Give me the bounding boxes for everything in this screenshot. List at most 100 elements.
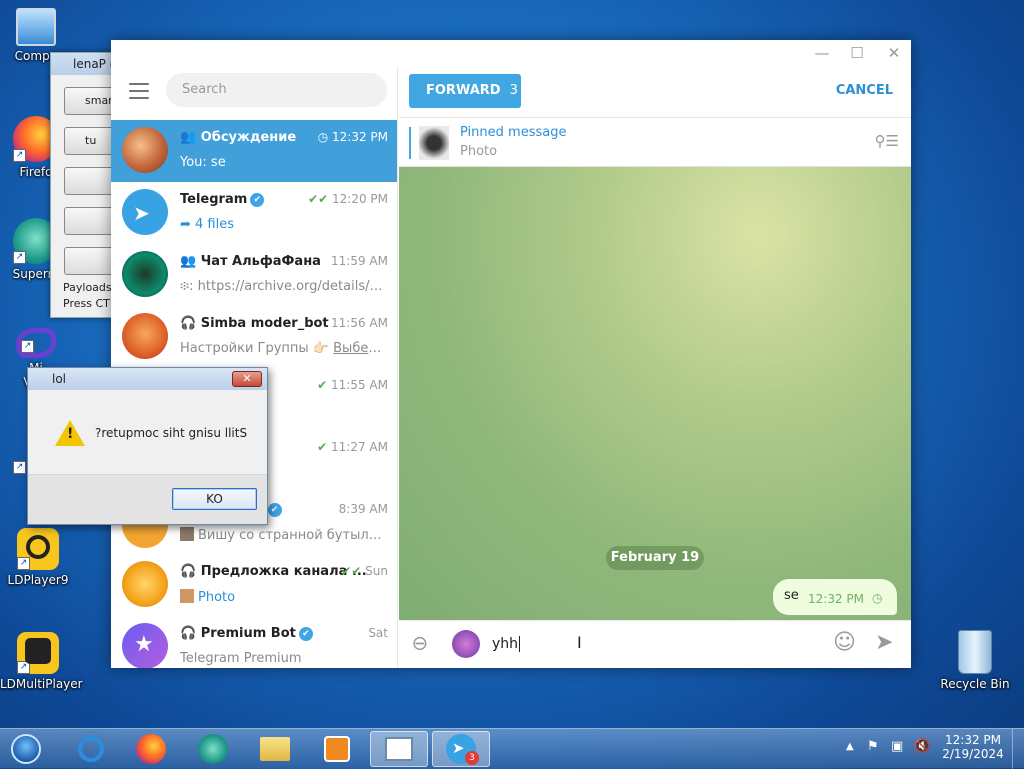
desktop-icon-label: Firefo [19,165,53,179]
desktop-icon-label: LDPlayer9 [7,573,69,587]
bg-window-text-2: Press CTR [63,297,118,310]
dialog-close-button[interactable]: ✕ [232,371,262,387]
chat-preview-link: Выбери... [333,341,388,356]
forward-button[interactable]: FORWARD 3 [409,74,521,108]
chat-item-telegram[interactable]: ➤ Telegram ✔ ✔✔ 12:20 PM ➦ 4 files [111,182,397,244]
chat-name: Premium Bot [200,626,296,641]
send-icon[interactable]: ➤ [875,630,893,655]
group-icon: 👥 [180,130,201,145]
tray-expand-icon[interactable]: ▲ [846,741,854,752]
chat-item-alfafan[interactable]: 👥 Чат АльфаФана 11:59 AM ፨: https://arch… [111,244,397,306]
pinned-title: Pinned message [460,125,567,140]
forward-label: FORWARD [426,83,501,98]
chat-preview: You: se [180,155,226,170]
group-icon: 👥 [180,254,201,269]
avatar [122,313,168,359]
windows-logo-icon [11,734,41,764]
recycle-bin-icon [958,630,992,674]
chat-name: Обсуждение [200,130,297,145]
chat-time: 8:39 AM [338,502,388,516]
chat-item-predlozhka[interactable]: 🎧 Предложка канала ... ✔✔ Sun Photo [111,554,397,616]
verified-icon: ✔ [267,503,282,517]
read-check-icon: ✔ [317,440,328,454]
chat-time: 11:55 AM [331,378,388,392]
flag-icon[interactable]: ⚑ [867,739,879,754]
chat-background: February 19 se 12:32 PM ◷ [399,167,911,620]
bg-button-label: tu [85,134,97,147]
visual-studio-icon: ↗ [16,328,56,358]
clock-icon: ◷ [872,591,883,605]
chat-item-premium-bot[interactable]: ★ 🎧 Premium Bot ✔ Sat Telegram Premium [111,616,397,668]
internet-explorer-icon [78,736,104,762]
telegram-window[interactable]: — ☐ ✕ Search 👥 Обсуждение ◷ 12:32 PM You… [111,40,911,668]
attach-icon[interactable]: ⊘ [406,629,435,658]
ldplayer-icon: ↗ [17,528,59,570]
read-check-icon: ✔ [317,378,328,392]
maximize-button[interactable]: ☐ [848,44,866,62]
taskbar-superm[interactable] [184,731,242,767]
desktop-icon-ldmultiplayer[interactable]: ↗ LDMultiPlayer [0,632,83,691]
photo-thumb-icon [180,589,194,603]
dialog-title: lol [52,372,67,386]
telegram-logo-avatar: ➤ [122,189,168,235]
ldmultiplayer-icon: ↗ [17,632,59,674]
background-window-title: lenaP c [73,57,117,71]
taskbar-media[interactable] [308,731,366,767]
message-input[interactable]: yhh [492,636,521,652]
clock-date: 2/19/2024 [942,747,1004,761]
minimize-button[interactable]: — [813,44,831,62]
telegram-titlebar[interactable]: — ☐ ✕ [111,40,911,66]
pinned-photo-thumb [419,126,449,160]
message-dialog[interactable]: lol ✕ ! ?retupmoc siht gnisu llitS KO [27,367,268,525]
hamburger-menu-icon[interactable] [129,83,149,104]
text-cursor-icon: I [577,633,582,652]
chat-item-obsuzhdenie[interactable]: 👥 Обсуждение ◷ 12:32 PM You: se [111,120,397,182]
bot-icon: 🎧 [180,626,201,641]
chat-time: Sun [365,564,388,578]
chat-preview: Настройки Группы 👉🏻 [180,341,334,356]
ok-button[interactable]: KO [172,488,257,510]
network-icon[interactable]: ▣ [891,739,903,754]
message-time: 12:32 PM [808,592,864,606]
chat-time: 11:56 AM [331,316,388,330]
taskbar-active-window[interactable] [370,731,428,767]
bot-icon: 🎧 [180,316,201,331]
search-input[interactable]: Search [166,73,387,107]
taskbar-ie[interactable] [62,731,120,767]
pin-list-icon[interactable]: ⚲☰ [875,132,899,150]
taskbar-firefox[interactable] [122,731,180,767]
date-separator: February 19 [606,546,704,570]
chat-time: Sat [368,626,388,640]
avatar [122,251,168,297]
conversation-panel: FORWARD 3 CANCEL Pinned message Photo ⚲☰… [399,66,911,668]
pinned-message-bar[interactable]: Pinned message Photo ⚲☰ [399,119,911,167]
chat-item-simba-moder-bot[interactable]: 🎧 Simba moder_bot 11:56 AM Настройки Гру… [111,306,397,368]
avatar [122,561,168,607]
chat-preview: Telegram Premium [180,651,302,666]
start-button[interactable] [0,731,52,767]
cancel-button[interactable]: CANCEL [836,83,893,98]
background-window-titlebar[interactable]: lenaP c [51,53,119,75]
show-desktop-button[interactable] [1012,729,1024,769]
desktop-icon-recycle-bin[interactable]: Recycle Bin [937,630,1013,691]
taskbar-explorer[interactable] [246,731,304,767]
message-bubble[interactable]: se 12:32 PM ◷ [773,579,897,615]
send-as-avatar[interactable] [452,630,480,658]
bot-icon: 🎧 [180,564,201,579]
forward-icon: ➦ [180,217,196,232]
pinned-subtitle: Photo [460,144,498,159]
chat-preview: 4 files [195,217,235,232]
desktop-icon-ldplayer9[interactable]: ↗ LDPlayer9 [0,528,76,587]
clock[interactable]: 12:32 PM 2/19/2024 [940,733,1006,761]
chat-name: Telegram [180,192,248,207]
read-check-icon: ✔✔ [341,564,362,578]
forward-count: 3 [509,83,518,98]
emoji-icon[interactable]: ☺ [833,630,856,655]
close-button[interactable]: ✕ [885,44,903,62]
volume-muted-icon[interactable]: 🔇 [914,739,930,754]
unread-badge: 3 [465,751,479,765]
background-window[interactable]: lenaP c smarg tu Payloads a Press CTR [50,52,134,318]
taskbar-telegram[interactable]: ➤ 3 [432,731,490,767]
chat-name: Simba moder_bot [200,316,329,331]
clock-icon: ◷ [317,130,332,144]
